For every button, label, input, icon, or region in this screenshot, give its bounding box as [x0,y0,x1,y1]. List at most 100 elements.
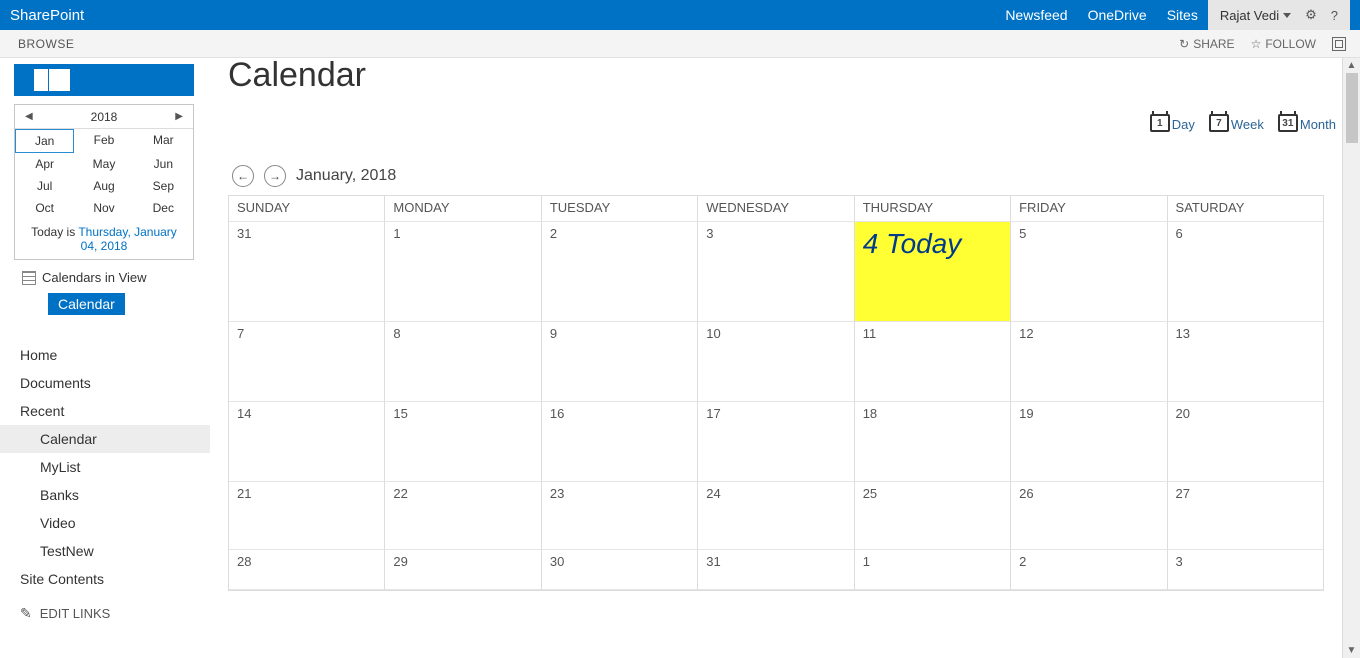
day-number: 6 [1176,226,1183,241]
dp-month-sep[interactable]: Sep [134,175,193,197]
prev-month-button[interactable]: ← [232,165,254,187]
calendar-cell[interactable]: 15 [385,402,541,482]
calendar-cell[interactable]: 9 [542,322,698,402]
focus-icon [1332,37,1346,51]
dp-month-jan[interactable]: Jan [15,129,74,153]
calendar-list-icon [22,271,36,285]
calendar-cell[interactable]: 6 [1168,222,1324,322]
calendar-cell[interactable]: 16 [542,402,698,482]
calendar-cell[interactable]: 29 [385,550,541,590]
ql-home[interactable]: Home [0,341,210,369]
nav-sites[interactable]: Sites [1167,7,1198,23]
ql-recent-banks[interactable]: Banks [0,481,210,509]
ql-recent-calendar[interactable]: Calendar [0,425,210,453]
calendar-cell[interactable]: 3 [1168,550,1324,590]
calendar-cell[interactable]: 31 [229,222,385,322]
day-header: SATURDAY [1168,196,1324,222]
ql-recent-video[interactable]: Video [0,509,210,537]
dp-month-nov[interactable]: Nov [74,197,133,219]
dp-month-dec[interactable]: Dec [134,197,193,219]
day-number: 14 [237,406,251,421]
dp-today-link[interactable]: Thursday, January 04, 2018 [78,225,177,253]
day-number: 17 [706,406,720,421]
ql-site-contents[interactable]: Site Contents [0,565,210,593]
calendar-cell[interactable]: 21 [229,482,385,550]
gear-icon[interactable]: ⚙ [1305,7,1317,23]
user-name: Rajat Vedi [1220,8,1279,23]
follow-button[interactable]: ☆ FOLLOW [1251,37,1316,51]
dp-month-jul[interactable]: Jul [15,175,74,197]
day-header: SUNDAY [229,196,385,222]
calendar-cell[interactable]: 17 [698,402,854,482]
dp-month-jun[interactable]: Jun [134,153,193,175]
calendar-cell[interactable]: 26 [1011,482,1167,550]
calendar-cell[interactable]: 28 [229,550,385,590]
day-number: 21 [237,486,251,501]
dp-month-oct[interactable]: Oct [15,197,74,219]
calendar-cell[interactable]: 5 [1011,222,1167,322]
calendar-cell[interactable]: 19 [1011,402,1167,482]
calendars-in-view-toggle[interactable]: Calendars in View [22,270,210,285]
brand-label: SharePoint [10,7,84,24]
calendar-cell-today[interactable]: 4 Today [855,222,1011,322]
calendar-cell[interactable]: 22 [385,482,541,550]
calendar-cell[interactable]: 18 [855,402,1011,482]
ql-recent-testnew[interactable]: TestNew [0,537,210,565]
calendar-cell[interactable]: 1 [855,550,1011,590]
help-icon[interactable]: ? [1331,8,1338,23]
calendar-cell[interactable]: 2 [1011,550,1167,590]
calendar-chip[interactable]: Calendar [48,293,125,315]
view-month[interactable]: 31 Month [1278,114,1336,132]
calendar-cell[interactable]: 27 [1168,482,1324,550]
nav-onedrive[interactable]: OneDrive [1088,7,1147,23]
calendar-cell[interactable]: 8 [385,322,541,402]
calendar-cell[interactable]: 10 [698,322,854,402]
calendar-cell[interactable]: 23 [542,482,698,550]
calendar-cell[interactable]: 3 [698,222,854,322]
calendar-cell[interactable]: 13 [1168,322,1324,402]
calendar-cell[interactable]: 31 [698,550,854,590]
dp-month-aug[interactable]: Aug [74,175,133,197]
month-nav: ← → January, 2018 [232,165,1324,187]
calendar-cell[interactable]: 1 [385,222,541,322]
user-menu[interactable]: Rajat Vedi ⚙ ? [1208,0,1350,30]
calendar-cell[interactable]: 11 [855,322,1011,402]
dp-next-year[interactable]: ▶ [175,111,183,122]
dp-month-apr[interactable]: Apr [15,153,74,175]
scroll-up-icon[interactable]: ▲ [1347,58,1357,73]
day-number: 30 [550,554,564,569]
dp-month-mar[interactable]: Mar [134,129,193,153]
edit-links-button[interactable]: ✎ EDIT LINKS [0,593,210,622]
focus-mode-button[interactable] [1332,37,1346,51]
view-week[interactable]: 7 Week [1209,114,1264,132]
site-logo[interactable] [14,64,194,96]
vertical-scrollbar[interactable]: ▲ ▼ [1342,58,1360,658]
calendar-cell[interactable]: 24 [698,482,854,550]
view-day[interactable]: 1 Day [1150,114,1195,132]
ql-recent-mylist[interactable]: MyList [0,453,210,481]
ql-recent[interactable]: Recent [0,397,210,425]
calendar-cell[interactable]: 7 [229,322,385,402]
scroll-down-icon[interactable]: ▼ [1347,643,1357,658]
dp-prev-year[interactable]: ◀ [25,111,33,122]
day-number: 13 [1176,326,1190,341]
dp-month-feb[interactable]: Feb [74,129,133,153]
dp-year-label[interactable]: 2018 [91,110,118,124]
calendar-cell[interactable]: 25 [855,482,1011,550]
scroll-thumb[interactable] [1346,73,1358,143]
tab-browse[interactable]: BROWSE [18,37,74,51]
nav-newsfeed[interactable]: Newsfeed [1005,7,1067,23]
calendar-cell[interactable]: 14 [229,402,385,482]
calendar-cell[interactable]: 2 [542,222,698,322]
calendar-cell[interactable]: 20 [1168,402,1324,482]
day-number: 20 [1176,406,1190,421]
calendar-cell[interactable]: 12 [1011,322,1167,402]
today-label: 4 Today [863,228,962,260]
next-month-button[interactable]: → [264,165,286,187]
calendar-cell[interactable]: 30 [542,550,698,590]
dp-month-may[interactable]: May [74,153,133,175]
edit-links-label: EDIT LINKS [40,606,111,621]
ql-documents[interactable]: Documents [0,369,210,397]
day-number: 31 [237,226,251,241]
share-button[interactable]: ↻ SHARE [1179,37,1234,51]
